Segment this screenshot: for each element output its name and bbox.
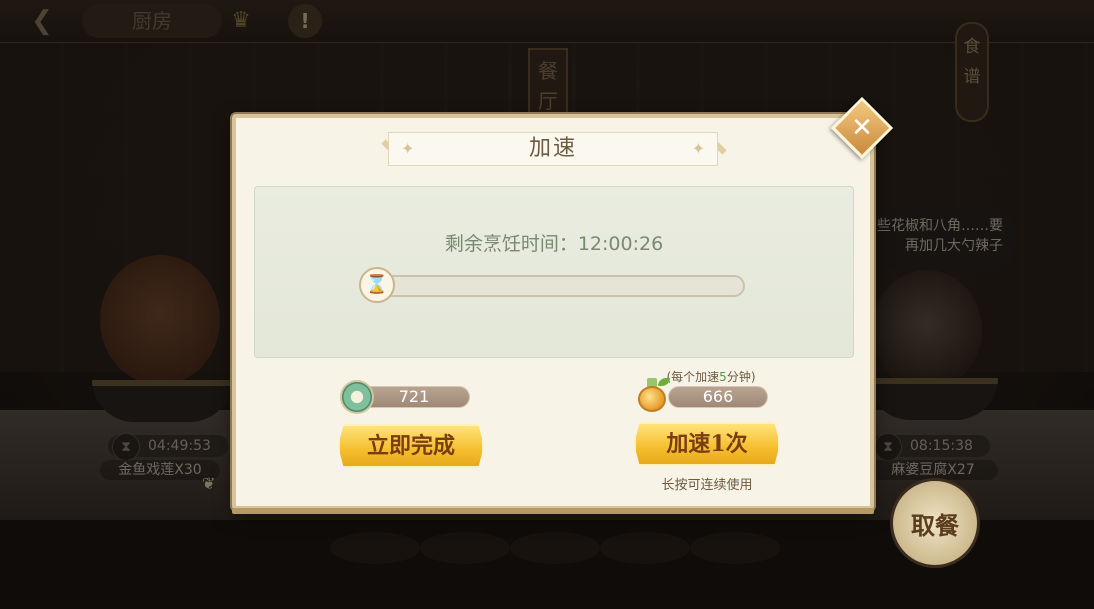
potion-count: 666 <box>668 386 768 408</box>
speedup-note: (每个加速5分钟) <box>656 368 766 385</box>
remaining-time-label: 剩余烹饪时间： <box>444 233 578 255</box>
potion-icon <box>636 376 672 414</box>
speedup-dialog: 加速 ✕ 剩余烹饪时间：12:00:26 ⌛ 721 立即完成 (每个加速5分钟… <box>232 96 894 514</box>
pickup-button[interactable]: 取餐 <box>890 478 980 568</box>
dialog-title-bar: 加速 <box>388 132 718 166</box>
hourglass-icon: ⌛ <box>359 267 395 303</box>
close-icon[interactable]: ✕ <box>843 109 881 147</box>
speedup-note-prefix: (每个加速 <box>666 370 720 384</box>
jade-coin-icon <box>340 380 374 414</box>
speedup-once-button[interactable]: 加速1次 <box>634 422 780 466</box>
instant-complete-button[interactable]: 立即完成 <box>338 424 484 468</box>
jade-cost: 721 <box>358 386 470 408</box>
dialog-title: 加速 <box>528 136 577 161</box>
potion-bottle <box>638 386 666 412</box>
potion-leaf <box>658 378 670 386</box>
cooking-progress-bar <box>367 275 745 297</box>
speedup-note-minutes: 5 <box>719 370 727 384</box>
remaining-time-row: 剩余烹饪时间：12:00:26 <box>255 229 853 256</box>
speedup-note-suffix: 分钟) <box>726 370 756 384</box>
remaining-time-value: 12:00:26 <box>577 233 664 255</box>
cooking-info-panel: 剩余烹饪时间：12:00:26 ⌛ <box>254 186 854 358</box>
hold-hint: 长按可连续使用 <box>661 478 753 493</box>
